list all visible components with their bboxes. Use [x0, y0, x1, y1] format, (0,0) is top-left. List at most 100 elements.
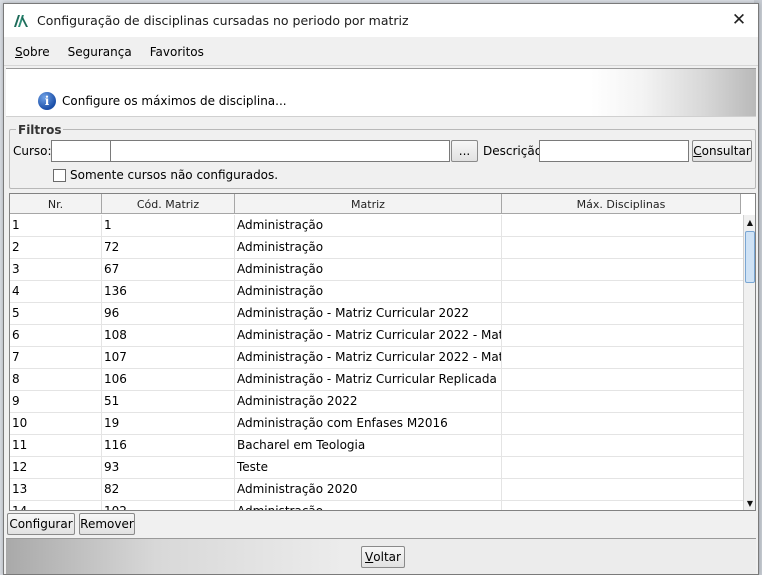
banner-text: Configure os máximos de disciplina...	[62, 94, 287, 108]
curso-name-input[interactable]	[110, 140, 450, 162]
cell-matriz: Administração	[235, 237, 502, 258]
cell-nr: 13	[10, 479, 102, 500]
cell-cod-matriz: 136	[102, 281, 235, 302]
cell-matriz: Administração - Matriz Curricular Replic…	[235, 369, 502, 390]
filters-group: Filtros Curso: ... Descrição: Consultar …	[9, 123, 756, 189]
cell-nr: 4	[10, 281, 102, 302]
info-banner: i Configure os máximos de disciplina...	[6, 68, 756, 117]
configurar-button[interactable]: Configurar	[7, 513, 75, 535]
column-header-cod-matriz[interactable]: Cód. Matriz	[102, 194, 235, 214]
somente-nao-configurados-checkbox[interactable]	[53, 169, 66, 182]
cell-matriz: Administração com Enfases M2016	[235, 413, 502, 434]
column-header-nr[interactable]: Nr.	[10, 194, 102, 214]
cell-max-disciplinas	[502, 369, 743, 390]
table-row[interactable]: 4 136 Administração	[10, 281, 743, 303]
scroll-thumb[interactable]	[745, 231, 755, 283]
menu-seguranca[interactable]: Segurança	[67, 43, 133, 61]
cell-matriz: Administração 2022	[235, 391, 502, 412]
cell-cod-matriz: 51	[102, 391, 235, 412]
table-row[interactable]: 10 19 Administração com Enfases M2016	[10, 413, 743, 435]
table-row[interactable]: 8 106 Administração - Matriz Curricular Re…	[10, 369, 743, 391]
remover-button[interactable]: Remover	[79, 513, 135, 535]
curso-label: Curso:	[13, 144, 52, 158]
dialog-window: Configuração de disciplinas cursadas no …	[3, 3, 759, 575]
consultar-button[interactable]: Consultar	[692, 140, 752, 162]
cell-max-disciplinas	[502, 215, 743, 236]
cell-matriz: Administração - Matriz Curricular 2022 -…	[235, 325, 502, 346]
table-row[interactable]: 12 93 Teste	[10, 457, 743, 479]
cell-cod-matriz: 107	[102, 347, 235, 368]
table-body: 1 1 Administração 2 72 Administração 3 67 Admini…	[10, 215, 743, 510]
scroll-down-icon[interactable]: ▼	[744, 496, 755, 510]
table-row[interactable]: 5 96 Administração - Matriz Curricular 202…	[10, 303, 743, 325]
cell-max-disciplinas	[502, 501, 743, 510]
table-row[interactable]: 1 1 Administração	[10, 215, 743, 237]
cell-nr: 5	[10, 303, 102, 324]
cell-max-disciplinas	[502, 325, 743, 346]
cell-cod-matriz: 1	[102, 215, 235, 236]
title-bar: Configuração de disciplinas cursadas no …	[4, 4, 758, 37]
scroll-up-icon[interactable]: ▲	[744, 215, 755, 229]
menu-favoritos[interactable]: Favoritos	[149, 43, 205, 61]
cell-matriz: Administração	[235, 259, 502, 280]
cell-nr: 2	[10, 237, 102, 258]
cell-max-disciplinas	[502, 479, 743, 500]
cell-nr: 3	[10, 259, 102, 280]
vertical-scrollbar[interactable]: ▲ ▼	[743, 215, 755, 510]
cell-matriz: Administração	[235, 501, 502, 510]
cell-nr: 10	[10, 413, 102, 434]
table-row[interactable]: 6 108 Administração - Matriz Curricular 20…	[10, 325, 743, 347]
cell-nr: 1	[10, 215, 102, 236]
table-row[interactable]: 3 67 Administração	[10, 259, 743, 281]
curso-browse-button[interactable]: ...	[451, 140, 478, 162]
column-header-matriz[interactable]: Matriz	[235, 194, 502, 214]
footer-bar: Voltar	[6, 538, 756, 574]
cell-cod-matriz: 106	[102, 369, 235, 390]
cell-cod-matriz: 82	[102, 479, 235, 500]
table-row[interactable]: 7 107 Administração - Matriz Curricular 20…	[10, 347, 743, 369]
consultar-mnemonic: C	[693, 144, 702, 158]
cell-max-disciplinas	[502, 237, 743, 258]
cell-matriz: Administração	[235, 281, 502, 302]
cell-nr: 14	[10, 501, 102, 510]
voltar-label: oltar	[373, 550, 401, 564]
cell-max-disciplinas	[502, 281, 743, 302]
cell-max-disciplinas	[502, 457, 743, 478]
cell-matriz: Administração	[235, 215, 502, 236]
table-row[interactable]: 9 51 Administração 2022	[10, 391, 743, 413]
cell-cod-matriz: 93	[102, 457, 235, 478]
cell-matriz: Administração - Matriz Curricular 2022 -…	[235, 347, 502, 368]
cell-cod-matriz: 96	[102, 303, 235, 324]
cell-cod-matriz: 102	[102, 501, 235, 510]
cell-nr: 8	[10, 369, 102, 390]
voltar-button[interactable]: Voltar	[361, 546, 405, 568]
close-icon: ✕	[731, 10, 747, 30]
table-row[interactable]: 14 102 Administração	[10, 501, 743, 510]
info-icon: i	[38, 92, 56, 110]
cell-cod-matriz: 72	[102, 237, 235, 258]
cell-max-disciplinas	[502, 303, 743, 324]
cell-nr: 6	[10, 325, 102, 346]
menu-favoritos-label: Favoritos	[149, 44, 204, 59]
curso-code-input[interactable]	[51, 140, 111, 162]
cell-cod-matriz: 116	[102, 435, 235, 456]
cell-cod-matriz: 108	[102, 325, 235, 346]
cell-max-disciplinas	[502, 259, 743, 280]
table-row[interactable]: 13 82 Administração 2020	[10, 479, 743, 501]
table-row[interactable]: 11 116 Bacharel em Teologia	[10, 435, 743, 457]
cell-max-disciplinas	[502, 391, 743, 412]
cell-nr: 11	[10, 435, 102, 456]
table-row[interactable]: 2 72 Administração	[10, 237, 743, 259]
cell-cod-matriz: 67	[102, 259, 235, 280]
voltar-mnemonic: V	[365, 550, 374, 564]
window-title: Configuração de disciplinas cursadas no …	[37, 13, 409, 28]
cell-matriz: Bacharel em Teologia	[235, 435, 502, 456]
descricao-input[interactable]	[539, 140, 689, 162]
descricao-label: Descrição:	[483, 144, 547, 158]
column-header-max-disciplinas[interactable]: Máx. Disciplinas	[502, 194, 741, 214]
menu-bar: Sobre Segurança Favoritos	[4, 38, 758, 66]
cell-nr: 7	[10, 347, 102, 368]
cell-max-disciplinas	[502, 413, 743, 434]
menu-sobre[interactable]: Sobre	[14, 43, 51, 61]
close-button[interactable]: ✕	[726, 8, 752, 32]
